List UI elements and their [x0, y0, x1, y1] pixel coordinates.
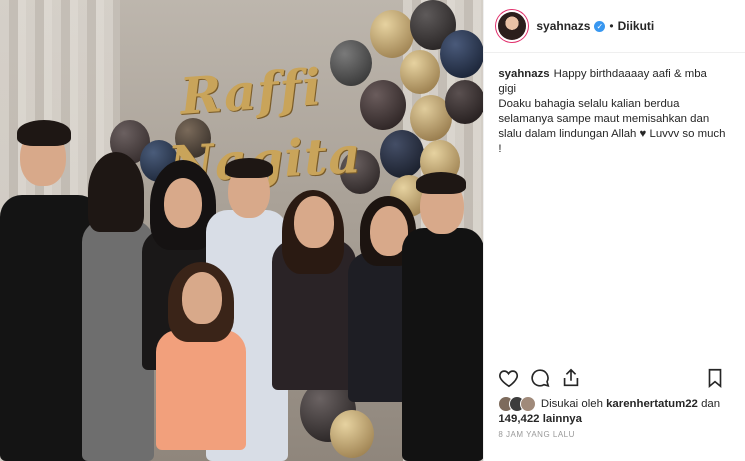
balloon: [370, 10, 414, 58]
likes-count-link[interactable]: 149,422: [498, 413, 539, 425]
post-header: syahnazs ✓ • Diikuti: [484, 0, 745, 53]
avatar[interactable]: [498, 12, 527, 40]
share-icon[interactable]: [560, 367, 582, 389]
sign-line-1: Raffi: [178, 57, 324, 126]
post-photo[interactable]: Raffi Nagita: [0, 0, 484, 461]
likes-summary: Disukai oleh karenhertatum22 dan 149,422…: [498, 396, 730, 427]
verified-badge-icon: ✓: [594, 20, 606, 32]
action-bar: [498, 367, 730, 389]
likes-suffix[interactable]: lainnya: [543, 413, 582, 425]
post-caption: syahnazs Happy birthdaaaay aafi & mba gig…: [498, 67, 726, 157]
balloon: [330, 40, 372, 86]
balloon: [330, 410, 374, 458]
post-timestamp[interactable]: 8 JAM YANG LALU: [498, 430, 575, 439]
post-frame: Raffi Nagita: [0, 0, 745, 461]
balloon: [380, 130, 424, 178]
balloon: [440, 30, 484, 78]
comment-icon[interactable]: [529, 367, 551, 389]
heart-icon[interactable]: [498, 367, 520, 389]
bookmark-icon[interactable]: [704, 367, 726, 389]
liked-by-conj: dan: [701, 398, 721, 411]
username-link[interactable]: syahnazs: [536, 19, 590, 33]
liked-by-user-link[interactable]: karenhertatum22: [606, 398, 698, 410]
balloon: [400, 50, 440, 94]
separator-dot: •: [609, 19, 614, 33]
caption-text: Happy birthdaaaay aafi & mba gigi Doaku …: [498, 68, 726, 155]
caption-username[interactable]: syahnazs: [498, 68, 549, 80]
liker-avatars: [498, 396, 537, 412]
post-side-panel: syahnazs ✓ • Diikuti syahnazs Happy birth…: [483, 0, 745, 461]
follow-status-button[interactable]: Diikuti: [618, 19, 655, 33]
balloon: [445, 80, 484, 124]
balloon: [360, 80, 406, 130]
liked-by-prefix: Disukai oleh: [540, 398, 603, 411]
